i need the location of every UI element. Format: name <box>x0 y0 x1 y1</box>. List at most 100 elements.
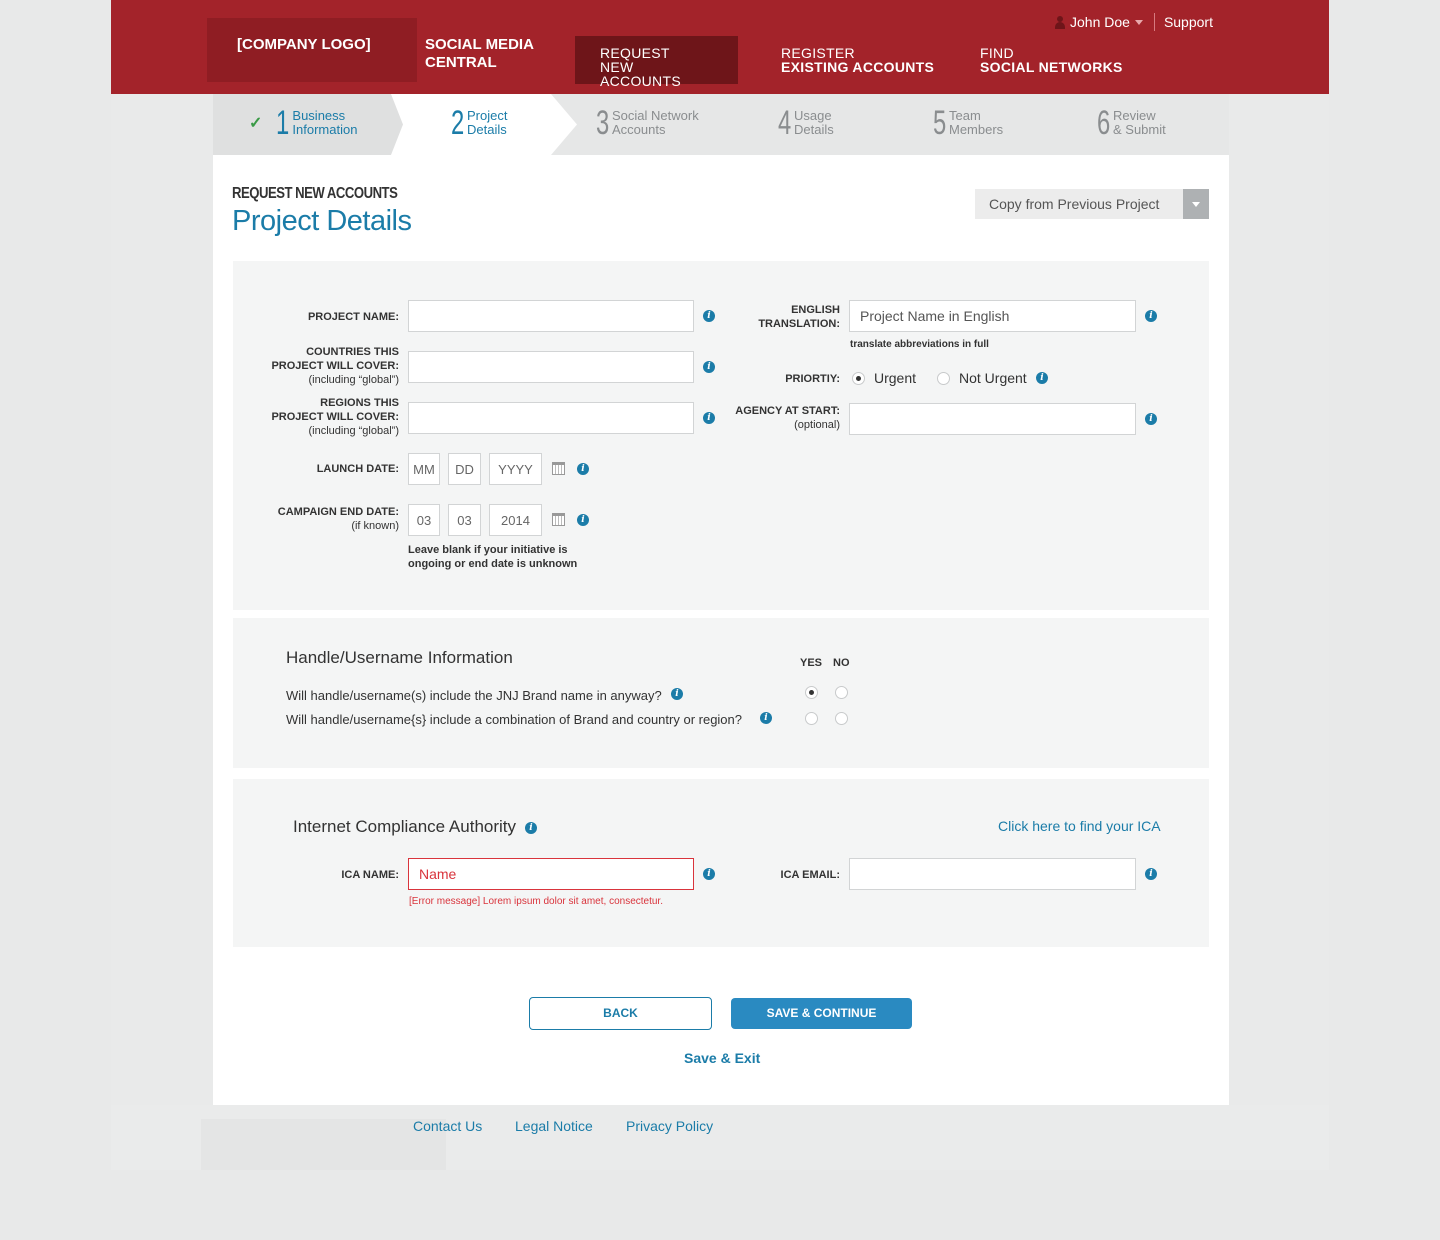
save-continue-button[interactable]: SAVE & CONTINUE <box>731 998 912 1029</box>
brand-line-1: SOCIAL MEDIA <box>425 36 534 53</box>
copy-button-label: Copy from Previous Project <box>989 196 1160 212</box>
q2-no-radio[interactable] <box>835 712 848 725</box>
page-eyebrow: REQUEST NEW ACCOUNTS <box>232 185 398 202</box>
handle-username-panel: Handle/Username Information YES NO Will … <box>233 618 1209 768</box>
q1-no-radio[interactable] <box>835 686 848 699</box>
priority-urgent-radio[interactable] <box>852 372 865 385</box>
left-gutter <box>111 94 213 1170</box>
english-translation-label-line-2: TRANSLATION: <box>758 318 840 330</box>
end-date-helper-line-1: Leave blank if your initiative is <box>408 544 568 556</box>
step-label: Business Information <box>292 109 357 137</box>
priority-urgent-label: Urgent <box>874 370 917 386</box>
step-label: Project Details <box>467 109 507 137</box>
page-title: Project Details <box>232 205 412 237</box>
step-number: 1 <box>276 104 289 142</box>
info-icon[interactable]: i <box>703 868 715 880</box>
nav-request-new-accounts[interactable]: REQUEST NEW ACCOUNTS <box>575 36 738 88</box>
english-translation-label-line-1: ENGLISH <box>791 304 840 316</box>
regions-label-sub: (including “global”) <box>308 425 400 437</box>
step-social-network-accounts[interactable]: 3 Social Network Accounts <box>596 106 699 140</box>
priority-not-urgent-radio[interactable] <box>937 372 950 385</box>
english-translation-input[interactable]: Project Name in English <box>849 300 1136 332</box>
back-button[interactable]: BACK <box>529 997 712 1030</box>
nav-register-existing-accounts[interactable]: REGISTER EXISTING ACCOUNTS <box>756 36 959 84</box>
ica-name-label: ICA NAME: <box>341 869 399 881</box>
step-number: 3 <box>596 104 609 142</box>
app-brand[interactable]: SOCIAL MEDIA CENTRAL <box>425 36 534 72</box>
info-icon[interactable]: i <box>703 361 715 373</box>
info-icon[interactable]: i <box>703 412 715 424</box>
countries-input[interactable] <box>408 351 694 383</box>
agency-label: AGENCY AT START: (optional) <box>735 404 840 432</box>
copy-from-previous-project-dropdown[interactable]: Copy from Previous Project <box>975 189 1209 219</box>
end-year-input[interactable]: 2014 <box>489 504 542 536</box>
info-icon[interactable]: i <box>1145 868 1157 880</box>
no-column-header: NO <box>833 657 850 669</box>
step-business-information[interactable]: ✓ 1 Business Information <box>249 106 357 140</box>
save-exit-link[interactable]: Save & Exit <box>684 1050 760 1066</box>
nav-line-2: EXISTING ACCOUNTS <box>781 59 935 75</box>
agency-input[interactable] <box>849 403 1136 435</box>
nav-find-social-networks[interactable]: FIND SOCIAL NETWORKS <box>955 36 1148 84</box>
end-month-input[interactable]: 03 <box>408 504 440 536</box>
regions-input[interactable] <box>408 402 694 434</box>
chevron-down-icon[interactable] <box>1134 19 1143 25</box>
q1-yes-radio[interactable] <box>805 686 818 699</box>
countries-label-line-2: PROJECT WILL COVER: <box>271 360 399 372</box>
nav-line-2: NEW ACCOUNTS <box>600 59 681 89</box>
step-label-line-1: Business <box>292 108 346 123</box>
info-icon[interactable]: i <box>760 712 772 724</box>
step-label: Team Members <box>949 109 1003 137</box>
calendar-icon[interactable] <box>552 513 565 526</box>
step-label-line-1: Social Network <box>612 108 699 123</box>
step-team-members[interactable]: 5 Team Members <box>933 106 1003 140</box>
info-icon[interactable]: i <box>525 822 537 834</box>
launch-date-label: LAUNCH DATE: <box>316 463 399 475</box>
countries-label-line-1: COUNTRIES THIS <box>306 346 399 358</box>
contact-us-link[interactable]: Contact Us <box>413 1118 482 1134</box>
regions-label: REGIONS THIS PROJECT WILL COVER: (includ… <box>271 396 399 438</box>
user-name[interactable]: John Doe <box>1070 14 1130 30</box>
user-menu: John Doe Support <box>1055 13 1213 31</box>
chevron-down-icon[interactable] <box>1183 189 1209 219</box>
info-icon[interactable]: i <box>1145 310 1157 322</box>
project-name-input[interactable] <box>408 300 694 332</box>
step-label-line-2: Details <box>794 122 834 137</box>
find-ica-link[interactable]: Click here to find your ICA <box>998 818 1161 834</box>
launch-day-input[interactable]: DD <box>448 453 481 485</box>
ica-name-error: [Error message] Lorem ipsum dolor sit am… <box>409 896 663 907</box>
ica-email-input[interactable] <box>849 858 1136 890</box>
info-icon[interactable]: i <box>703 310 715 322</box>
priority-not-urgent-label: Not Urgent <box>959 370 1027 386</box>
step-label-line-1: Review <box>1113 108 1156 123</box>
step-review-submit[interactable]: 6 Review & Submit <box>1097 106 1166 140</box>
nav-line-1: REQUEST <box>600 45 670 61</box>
ica-name-input[interactable]: Name <box>408 858 694 890</box>
info-icon[interactable]: i <box>577 514 589 526</box>
step-project-details[interactable]: 2 Project Details <box>451 106 507 140</box>
q2-yes-radio[interactable] <box>805 712 818 725</box>
launch-month-input[interactable]: MM <box>408 453 440 485</box>
legal-notice-link[interactable]: Legal Notice <box>515 1118 593 1134</box>
calendar-icon[interactable] <box>552 462 565 475</box>
support-link[interactable]: Support <box>1164 14 1213 30</box>
info-icon[interactable]: i <box>1145 413 1157 425</box>
step-label-line-1: Usage <box>794 108 832 123</box>
step-label-line-2: Details <box>467 122 507 137</box>
info-icon[interactable]: i <box>671 688 683 700</box>
privacy-policy-link[interactable]: Privacy Policy <box>626 1118 713 1134</box>
step-label: Social Network Accounts <box>612 109 699 137</box>
step-number: 2 <box>451 104 464 142</box>
english-translation-helper: translate abbreviations in full <box>850 339 989 350</box>
header-divider <box>1153 13 1155 31</box>
company-logo[interactable]: [COMPANY LOGO] <box>207 18 417 82</box>
info-icon[interactable]: i <box>1036 372 1048 384</box>
user-icon <box>1055 15 1065 29</box>
info-icon[interactable]: i <box>577 463 589 475</box>
launch-year-input[interactable]: YYYY <box>489 453 542 485</box>
step-usage-details[interactable]: 4 Usage Details <box>778 106 834 140</box>
step-label-line-1: Team <box>949 108 981 123</box>
end-day-input[interactable]: 03 <box>448 504 481 536</box>
brand-line-2: CENTRAL <box>425 54 497 71</box>
campaign-end-date-label-sub: (if known) <box>351 520 399 532</box>
